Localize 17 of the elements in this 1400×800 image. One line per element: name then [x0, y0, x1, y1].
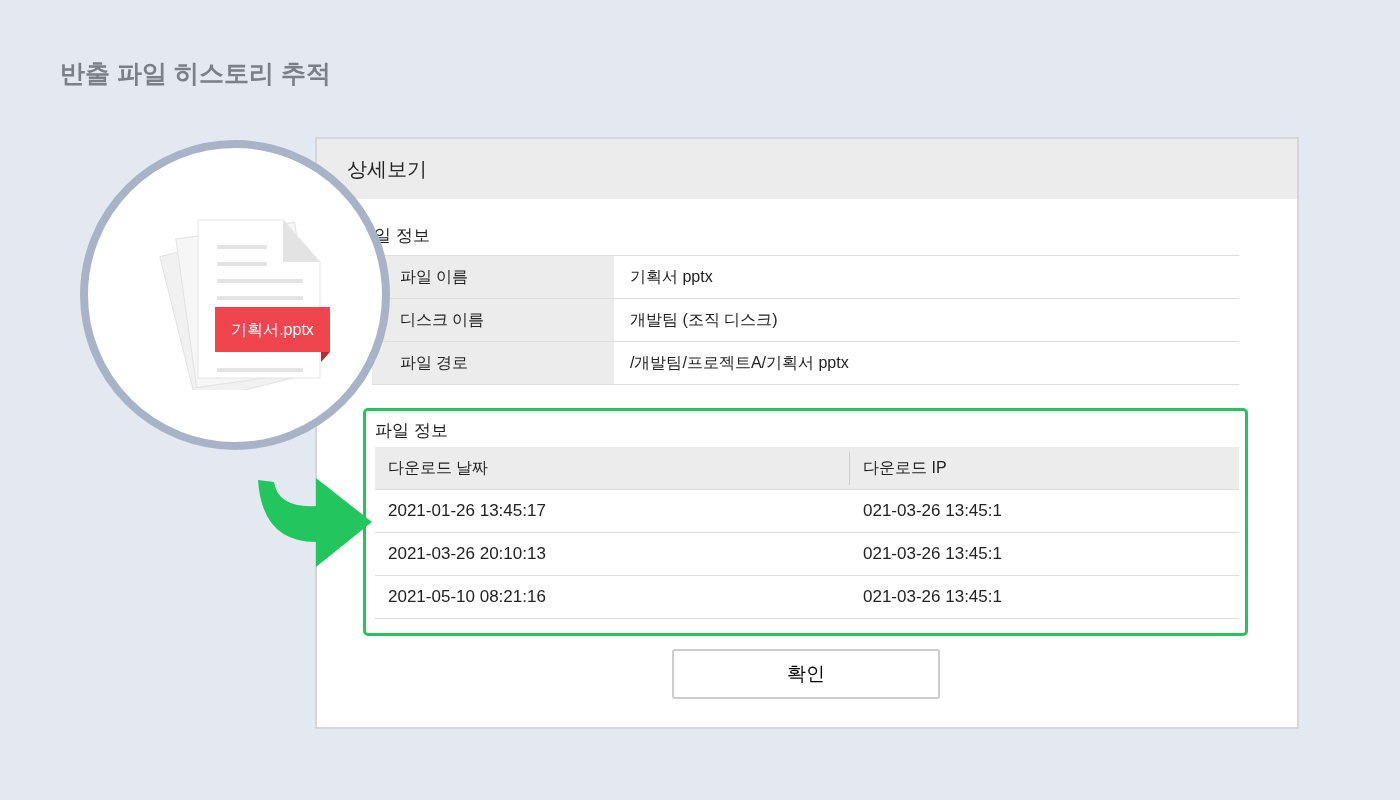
row-value: /개발팀/프로젝트A/기획서 pptx — [629, 353, 849, 373]
column-header: 다운로드 IP — [862, 458, 947, 478]
table-cell-text: 021-03-26 13:45:1 — [862, 500, 1002, 523]
table-cell-text: 2021-01-26 13:45:17 — [387, 500, 547, 523]
column-header: 다운로드 날짜 — [375, 451, 850, 485]
confirm-button[interactable]: 확인 — [671, 649, 940, 699]
table-cell-text: 021-03-26 13:45:1 — [862, 543, 1002, 566]
row-label: 파일 경로 — [372, 342, 614, 384]
dialog-title: 상세보기 — [317, 139, 1297, 199]
table-cell-text: 2021-03-26 20:10:13 — [387, 543, 547, 566]
row-value: 기획서 pptx — [629, 267, 713, 287]
table-cell-text: 021-03-26 13:45:1 — [862, 586, 1002, 609]
table-cell-text: 2021-05-10 08:21:16 — [387, 586, 547, 609]
section-heading: 파일 정보 — [375, 419, 449, 442]
row-value: 개발팀 (조직 디스크) — [629, 310, 778, 330]
page-title: 반출 파일 히스토리 추적 — [60, 58, 331, 88]
file-name-tag: 기획서.pptx — [215, 307, 330, 352]
